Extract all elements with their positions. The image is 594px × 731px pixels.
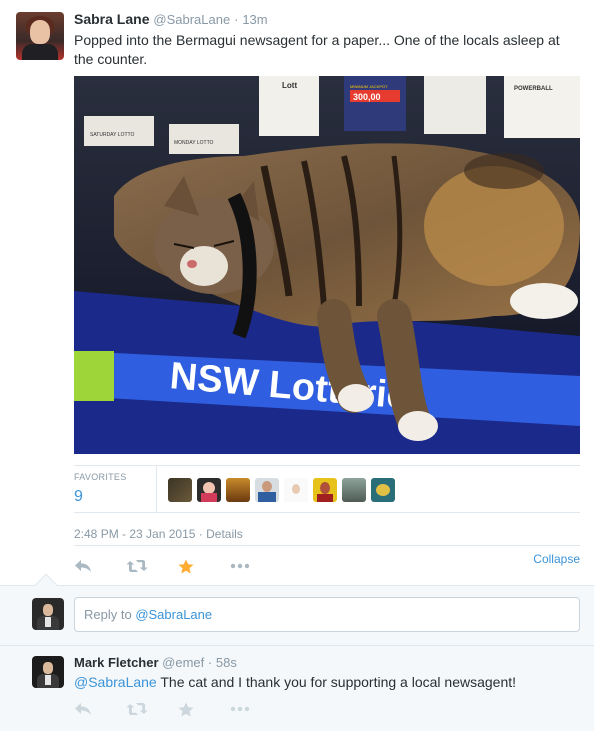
reply-input[interactable]: Reply to @SabraLane [74,597,580,632]
reply-actions [74,699,282,719]
reply-time-separator: · [207,655,213,670]
meta-divider [74,545,580,546]
avatar[interactable] [16,12,64,60]
favoriter-avatar[interactable] [342,478,366,502]
reply-timestamp[interactable]: 58s [216,655,237,670]
reply-input-mention: @SabraLane [135,607,213,622]
collapse-link[interactable]: Collapse [533,552,580,566]
tweet-full-timestamp: 2:48 PM - 23 Jan 2015 [74,527,196,541]
favorite-button[interactable] [178,555,230,577]
reply-mention[interactable]: @SabraLane [74,674,157,690]
reply-divider [0,645,594,646]
favorites-count[interactable]: 9 [74,488,83,506]
reply-body: The cat and I thank you for supporting a… [156,674,517,690]
reply-text: @SabraLane The cat and I thank you for s… [74,674,516,690]
retweet-icon [126,560,148,572]
photo-sign-jackpot-value: 300,00 [353,92,381,102]
reply-username[interactable]: @emef [162,655,204,670]
reply-avatar[interactable] [32,656,64,688]
favorites-stat[interactable]: FAVORITES 9 [74,470,156,512]
reply-retweet-button[interactable] [126,698,178,720]
reply-header: Mark Fletcher @emef · 58s [74,655,237,670]
photo-sign-saturday: SATURDAY LOTTO [90,132,134,138]
my-avatar[interactable] [32,598,64,630]
favoriter-avatar[interactable] [255,478,279,502]
tweet: Sabra Lane @SabraLane · 13m Popped into … [0,0,594,585]
details-separator: · [198,527,203,541]
favorites-label: FAVORITES [74,472,127,482]
favoriter-avatar[interactable] [284,478,308,502]
photo-sign-lotto: Lott [282,81,297,90]
tweet-timestamp-short[interactable]: 13m [242,12,267,27]
tweet-time-separator: · [234,12,239,27]
more-icon [230,706,250,712]
photo-sign-monday: MONDAY LOTTO [174,140,214,146]
reply-icon [75,703,91,715]
reply-favorite-button[interactable] [178,698,230,720]
favoriter-avatar[interactable] [313,478,337,502]
favoriter-avatar[interactable] [197,478,221,502]
tweet-photo[interactable]: SATURDAY LOTTO MONDAY LOTTO Lott MINIMUM… [74,76,580,454]
stats-top-divider [74,465,580,466]
star-icon [178,559,194,573]
favoriter-avatar[interactable] [168,478,192,502]
reply-button[interactable] [74,555,126,577]
favoriters-list [168,478,395,502]
tweet-username[interactable]: @SabraLane [153,12,230,27]
tweet-meta: 2:48 PM - 23 Jan 2015 · Details [74,527,243,541]
stats-separator [156,466,157,512]
favoriter-avatar[interactable] [226,478,250,502]
photo-sign-jackpot: MINIMUM JACKPOT [350,84,388,89]
reply-more-button[interactable] [230,698,282,720]
tweet-header: Sabra Lane @SabraLane · 13m [74,11,268,27]
retweet-button[interactable] [126,555,178,577]
tweet-fullname[interactable]: Sabra Lane [74,11,149,27]
more-icon [230,563,250,569]
stats-bottom-divider [74,512,580,513]
photo-sign-powerball: POWERBALL [514,86,553,92]
details-link[interactable]: Details [206,527,243,541]
reply-icon [75,560,91,572]
reply-reply-button[interactable] [74,698,126,720]
retweet-icon [126,703,148,715]
star-icon [178,702,194,716]
reply-fullname[interactable]: Mark Fletcher [74,655,159,670]
more-button[interactable] [230,555,282,577]
tweet-actions [74,555,282,577]
tweet-text: Popped into the Bermagui newsagent for a… [74,32,560,67]
favoriter-avatar[interactable] [371,478,395,502]
reply-input-prefix: Reply to [84,607,136,622]
